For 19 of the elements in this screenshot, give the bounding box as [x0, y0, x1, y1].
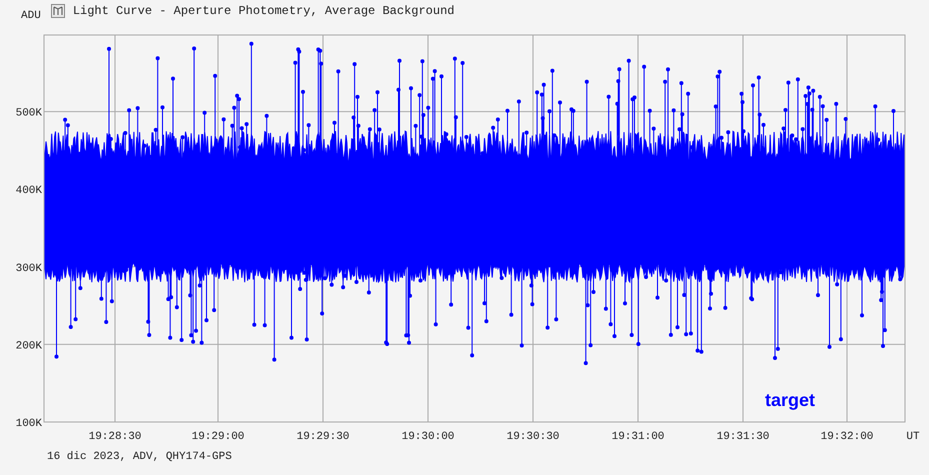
y-tick-label: 100K — [16, 418, 42, 430]
y-tick-label: 200K — [16, 340, 42, 352]
chart-icon[interactable] — [50, 4, 65, 18]
x-axis-unit: UT — [906, 431, 920, 443]
x-tick-label: 19:31:00 — [612, 431, 664, 443]
x-tick-label: 19:30:30 — [506, 431, 560, 443]
series-label: target — [765, 390, 815, 410]
footer-text: 16 dic 2023, ADV, QHY174-GPS — [46, 450, 233, 463]
y-tick-label: 300K — [16, 262, 42, 275]
y-tick-label: 500K — [16, 108, 42, 120]
x-tick-label: 19:29:00 — [192, 431, 244, 443]
y-tick-label: 400K — [16, 185, 42, 198]
x-tick-label: 19:29:30 — [296, 431, 350, 443]
x-tick-label: 19:31:30 — [716, 431, 770, 443]
y-axis-unit: ADU — [21, 10, 41, 22]
window-title: Light Curve - Aperture Photometry, Average Background — [72, 4, 454, 18]
x-tick-label: 19:30:00 — [402, 431, 454, 443]
x-tick-label: 19:28:30 — [88, 431, 142, 443]
x-tick-label: 19:32:00 — [820, 431, 874, 443]
